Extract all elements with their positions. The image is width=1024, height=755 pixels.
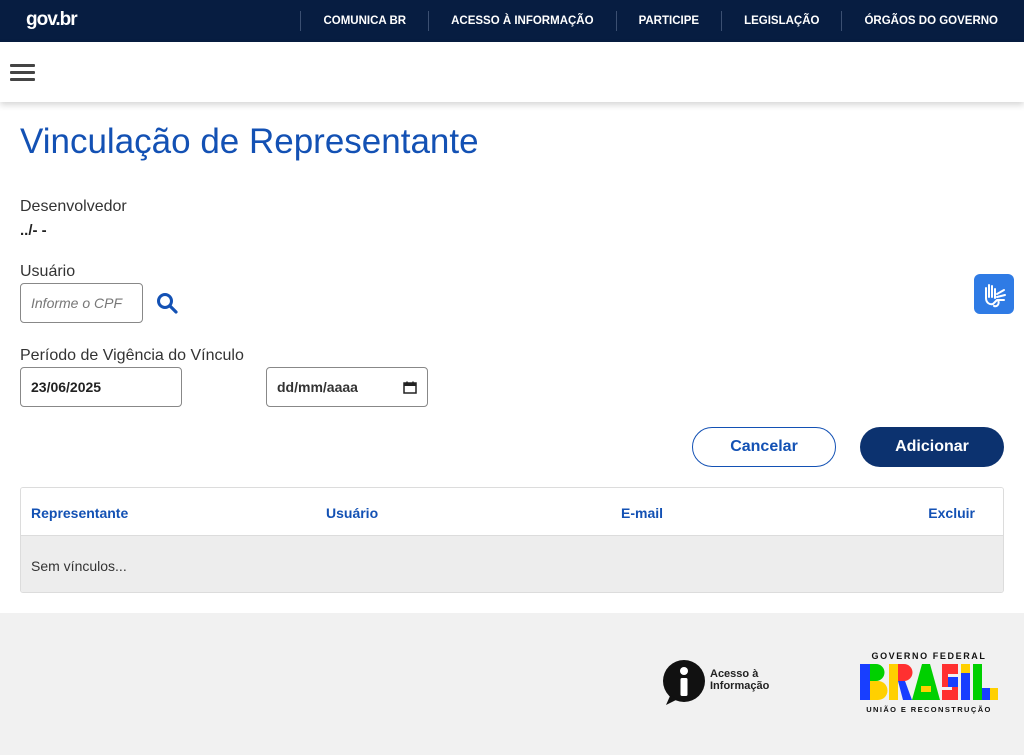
vlibras-accessibility-button[interactable]	[974, 274, 1014, 314]
start-date-input[interactable]: 23/06/2025	[20, 367, 182, 407]
column-header-email: E-mail	[621, 505, 664, 521]
empty-table-message: Sem vínculos...	[31, 558, 127, 574]
nav-link-acesso-informacao[interactable]: ACESSO À INFORMAÇÃO	[429, 15, 615, 27]
brasil-logo-graphic	[860, 664, 998, 700]
end-date-placeholder: dd/mm/aaaa	[277, 379, 358, 395]
column-header-usuario: Usuário	[326, 505, 379, 521]
developer-label: Desenvolvedor	[20, 198, 127, 215]
govbr-logo[interactable]: gov.br	[26, 9, 78, 31]
column-header-excluir: Excluir	[928, 505, 975, 521]
gov-topbar: gov.br COMUNICA BR ACESSO À INFORMAÇÃO P…	[0, 0, 1024, 42]
table-row: Sem vínculos...	[21, 536, 1003, 592]
information-icon	[663, 660, 705, 705]
governo-federal-logo: GOVERNO FEDERAL UNIÃO E RECONSTRUÇÃO	[858, 651, 1000, 717]
column-header-representante: Representante	[31, 505, 129, 521]
hamburger-menu-icon[interactable]	[10, 64, 35, 81]
uniao-reconstrucao-text: UNIÃO E RECONSTRUÇÃO	[866, 705, 992, 714]
search-icon[interactable]	[155, 291, 179, 315]
add-button[interactable]: Adicionar	[860, 427, 1004, 467]
cpf-placeholder: Informe o CPF	[31, 295, 123, 311]
access-info-label: Acesso à Informação	[710, 668, 770, 692]
developer-value: ../- -	[20, 222, 47, 239]
end-date-input[interactable]: dd/mm/aaaa	[266, 367, 428, 407]
nav-link-legislacao[interactable]: LEGISLAÇÃO	[722, 15, 841, 27]
user-label: Usuário	[20, 263, 76, 280]
nav-link-comunica-br[interactable]: COMUNICA BR	[301, 15, 428, 27]
cpf-input[interactable]: Informe o CPF	[20, 283, 143, 323]
footer: Acesso à Informação GOVERNO FEDERAL UNIÃ…	[0, 613, 1024, 755]
site-header	[0, 42, 1024, 102]
nav-link-participe[interactable]: PARTICIPE	[617, 15, 722, 27]
gov-federal-text: GOVERNO FEDERAL	[871, 651, 987, 661]
cancel-button[interactable]: Cancelar	[692, 427, 836, 467]
nav-link-orgaos-governo[interactable]: ÓRGÃOS DO GOVERNO	[842, 15, 1020, 27]
top-navigation: COMUNICA BR ACESSO À INFORMAÇÃO PARTICIP…	[300, 0, 1020, 42]
vlibras-hands-icon	[985, 284, 1006, 308]
page-title: Vinculação de Representante	[20, 122, 479, 161]
access-info-link[interactable]: Acesso à Informação	[662, 660, 782, 708]
calendar-icon[interactable]	[403, 381, 417, 394]
start-date-value: 23/06/2025	[31, 379, 102, 395]
period-label: Período de Vigência do Vínculo	[20, 347, 244, 364]
representatives-table: Representante Usuário E-mail Excluir Sem…	[20, 487, 1004, 593]
table-header: Representante Usuário E-mail Excluir	[21, 488, 1003, 536]
